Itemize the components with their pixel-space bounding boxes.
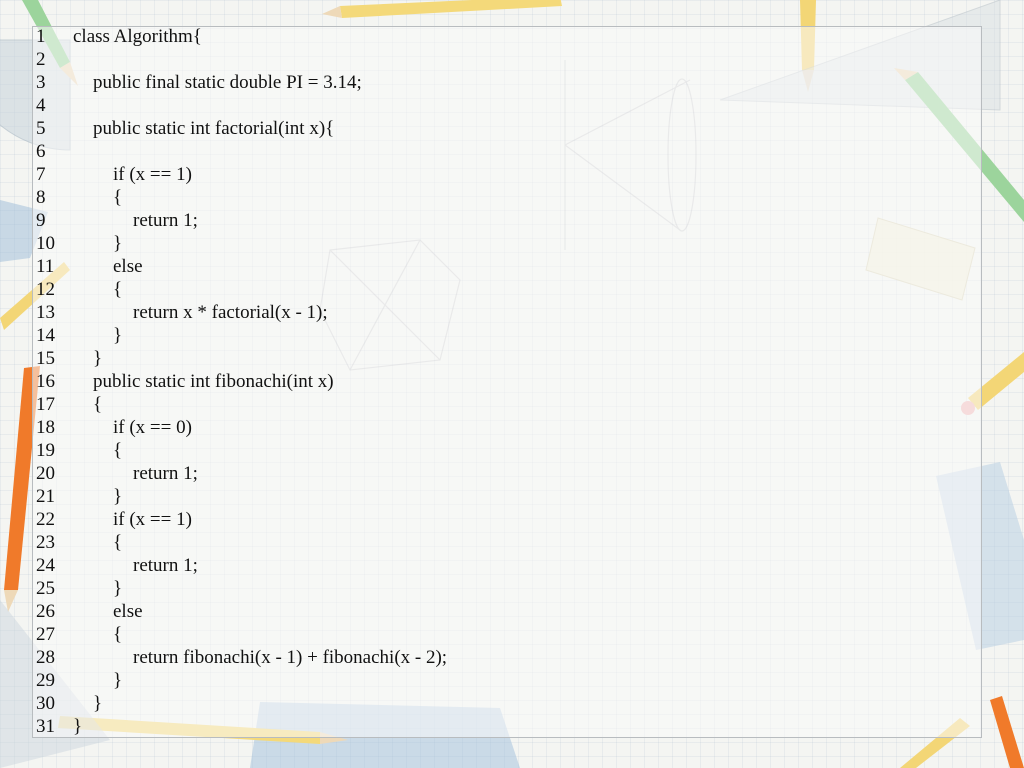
line-number: 26	[36, 601, 55, 622]
code-text: else	[113, 601, 143, 622]
line-number: 14	[36, 325, 55, 346]
code-line: 2	[36, 48, 447, 71]
code-line: 28 return fibonachi(x - 1) + fibonachi(x …	[36, 646, 447, 669]
line-number: 16	[36, 371, 55, 392]
line-number: 4	[36, 95, 46, 116]
code-text: }	[93, 693, 103, 714]
code-line: 23 {	[36, 531, 447, 554]
line-number: 28	[36, 647, 55, 668]
code-text: }	[113, 486, 123, 507]
code-listing: 1 class Algorithm{ 2 3 public final static d…	[36, 25, 447, 738]
code-line: 30}	[36, 692, 447, 715]
code-line: 1 class Algorithm{	[36, 25, 447, 48]
code-text: public static int fibonachi(int x)	[93, 371, 334, 392]
code-text: return 1;	[133, 463, 198, 484]
code-line: 9 return 1;	[36, 209, 447, 232]
code-text: public final static double PI = 3.14;	[93, 72, 362, 93]
line-number: 5	[36, 118, 46, 139]
code-line: 22 if (x == 1)	[36, 508, 447, 531]
code-text: if (x == 0)	[113, 417, 192, 438]
code-text: {	[93, 394, 103, 415]
line-number: 23	[36, 532, 55, 553]
code-line: 13 return x * factorial(x - 1);	[36, 301, 447, 324]
code-text: class Algorithm{	[73, 26, 202, 47]
line-number: 29	[36, 670, 55, 691]
line-number: 30	[36, 693, 55, 714]
code-text: }	[73, 716, 83, 737]
code-line: 4	[36, 94, 447, 117]
code-text: return fibonachi(x - 1) + fibonachi(x - …	[133, 647, 448, 668]
line-number: 10	[36, 233, 55, 254]
code-line: 12 {	[36, 278, 447, 301]
line-number: 7	[36, 164, 46, 185]
pencil-shape	[322, 0, 562, 18]
code-line: 8{	[36, 186, 447, 209]
code-line: 27 {	[36, 623, 447, 646]
line-number: 2	[36, 49, 46, 70]
code-text: }	[113, 670, 123, 691]
code-line: 29}	[36, 669, 447, 692]
code-text: {	[113, 440, 123, 461]
code-text: }	[113, 233, 123, 254]
line-number: 19	[36, 440, 55, 461]
code-text: }	[93, 348, 103, 369]
code-line: 7 if (x == 1)	[36, 163, 447, 186]
code-text: return 1;	[133, 210, 198, 231]
line-number: 20	[36, 463, 55, 484]
code-line: 24 return 1;	[36, 554, 447, 577]
code-line: 3 public final static double PI = 3.14;	[36, 71, 447, 94]
code-line: 11 else	[36, 255, 447, 278]
code-line: 17 {	[36, 393, 447, 416]
code-line: 6	[36, 140, 447, 163]
code-text: }	[113, 578, 123, 599]
code-text: if (x == 1)	[113, 509, 192, 530]
code-text: }	[113, 325, 123, 346]
code-line: 21}	[36, 485, 447, 508]
code-text: return 1;	[133, 555, 198, 576]
code-line: 31}	[36, 715, 447, 738]
code-line: 14}	[36, 324, 447, 347]
code-line: 20 return 1;	[36, 462, 447, 485]
line-number: 1	[36, 26, 46, 47]
code-line: 15}	[36, 347, 447, 370]
code-text: {	[113, 624, 123, 645]
code-line: 5 public static int factorial(int x){	[36, 117, 447, 140]
line-number: 9	[36, 210, 46, 231]
line-number: 25	[36, 578, 55, 599]
line-number: 22	[36, 509, 55, 530]
line-number: 13	[36, 302, 55, 323]
line-number: 11	[36, 256, 55, 277]
line-number: 6	[36, 141, 46, 162]
code-text: public static int factorial(int x){	[93, 118, 335, 139]
line-number: 27	[36, 624, 55, 645]
line-number: 15	[36, 348, 55, 369]
line-number: 8	[36, 187, 46, 208]
code-text: return x * factorial(x - 1);	[133, 302, 328, 323]
code-line: 19 {	[36, 439, 447, 462]
code-line: 25}	[36, 577, 447, 600]
line-number: 12	[36, 279, 55, 300]
code-text: {	[113, 187, 123, 208]
line-number: 17	[36, 394, 55, 415]
line-number: 21	[36, 486, 55, 507]
code-text: if (x == 1)	[113, 164, 192, 185]
line-number: 3	[36, 72, 46, 93]
code-line: 16 public static int fibonachi(int x)	[36, 370, 447, 393]
code-text: else	[113, 256, 143, 277]
line-number: 18	[36, 417, 55, 438]
code-text: {	[113, 279, 123, 300]
line-number: 24	[36, 555, 55, 576]
line-number: 31	[36, 716, 55, 737]
code-line: 26 else	[36, 600, 447, 623]
code-line: 18 if (x == 0)	[36, 416, 447, 439]
code-text: {	[113, 532, 123, 553]
code-line: 10}	[36, 232, 447, 255]
